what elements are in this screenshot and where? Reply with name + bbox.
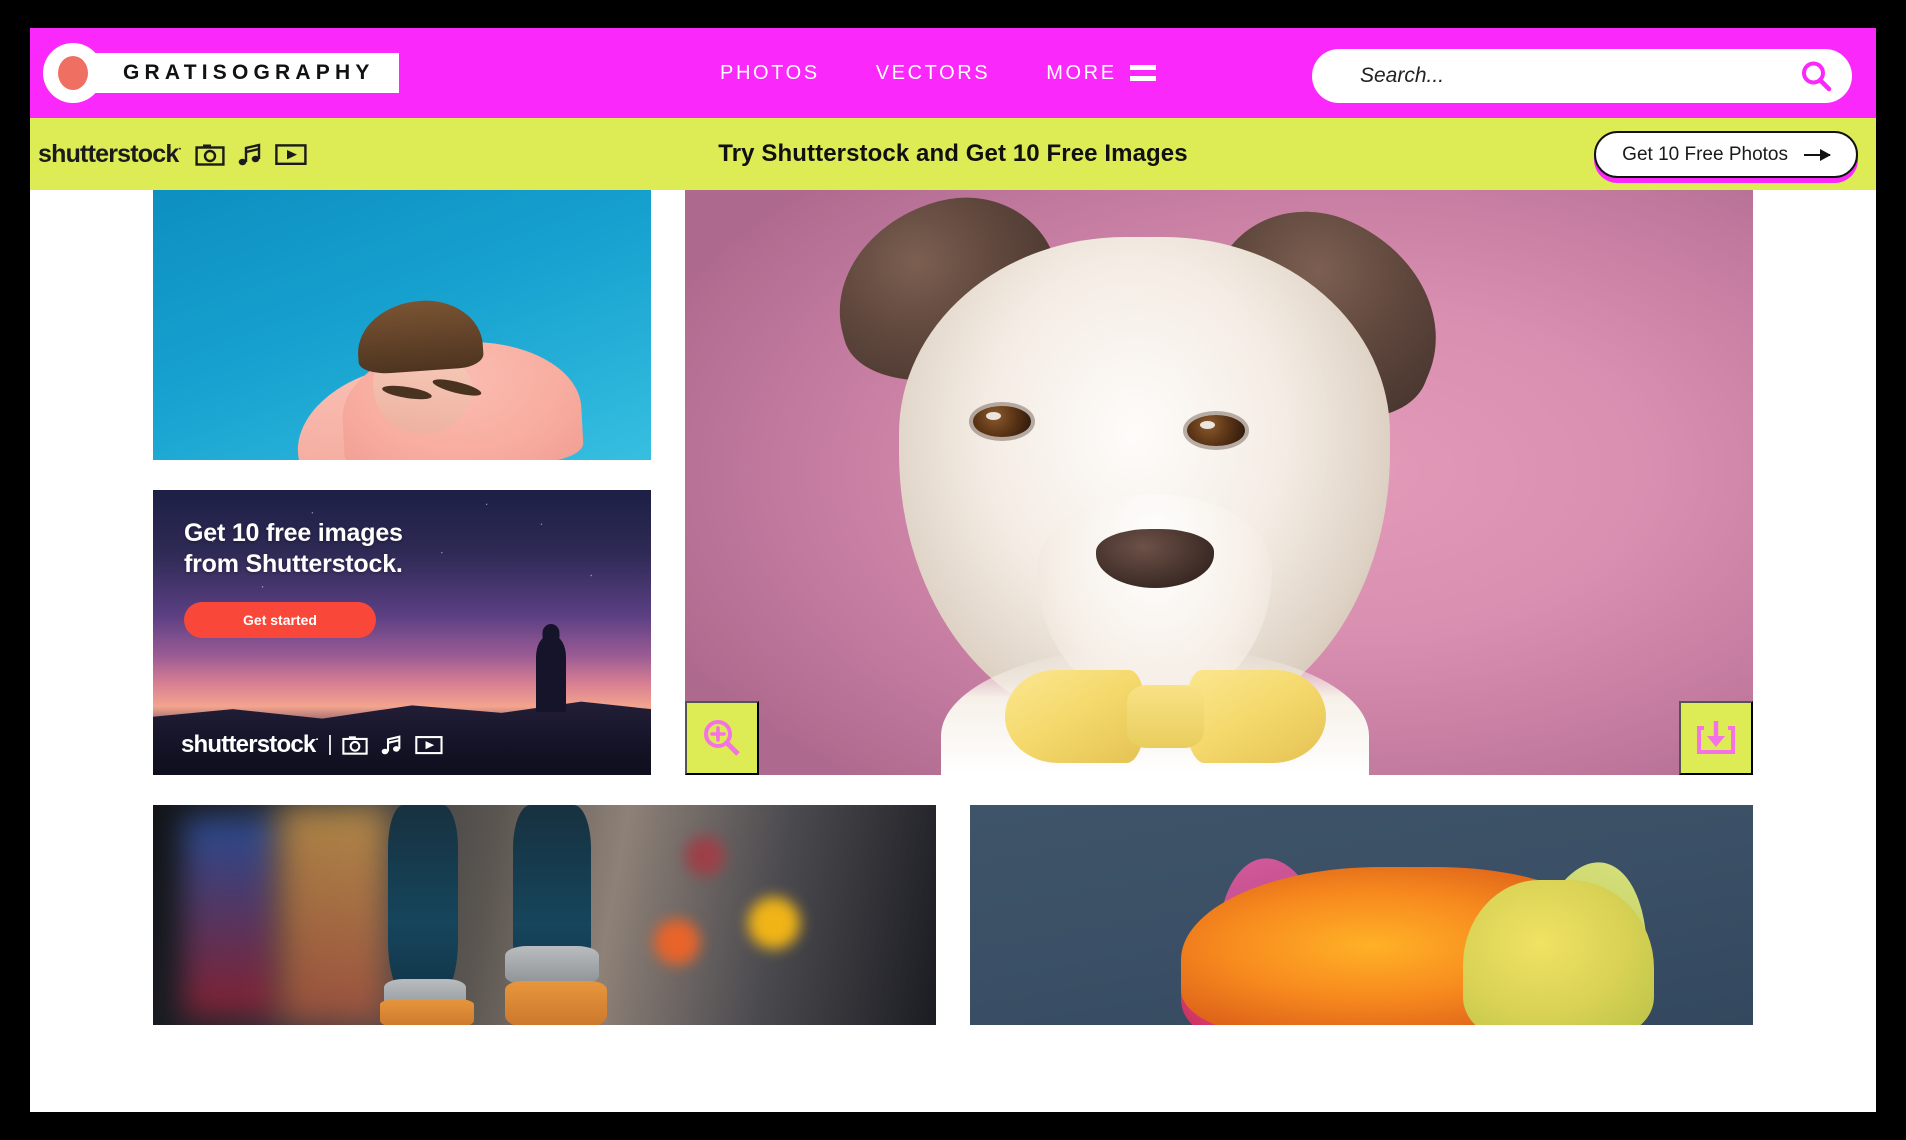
- nav-item-more[interactable]: MORE: [1046, 61, 1156, 85]
- divider: [329, 735, 332, 755]
- brand-name: GRATISOGRAPHY: [123, 61, 375, 84]
- camera-icon: [195, 144, 225, 166]
- logo-dot-icon: [58, 56, 88, 90]
- ad-title-line-1: Get 10 free images: [184, 519, 403, 547]
- bowtie-knot: [1127, 684, 1205, 749]
- gallery-row-top: Get 10 free images from Shutterstock. Ge…: [153, 190, 1753, 775]
- photo-shape-eye-left: [973, 406, 1032, 437]
- photo-shape-boot-left: [380, 998, 475, 1025]
- photo-tile-dog[interactable]: [685, 190, 1753, 775]
- promo-cta-label: Get 10 Free Photos: [1622, 143, 1788, 165]
- zoom-in-icon: [704, 720, 740, 756]
- nav-item-vectors[interactable]: VECTORS: [876, 62, 991, 85]
- shutterstock-promo-bar: shutterstock· Try Shutterstock and Get 1…: [30, 118, 1876, 190]
- camera-icon: [342, 736, 368, 755]
- photo-shape-blur-mid: [278, 805, 388, 1025]
- page-viewport: GRATISOGRAPHY PHOTOS VECTORS MORE Search…: [30, 28, 1876, 1112]
- search-bar[interactable]: [1312, 49, 1852, 103]
- bowtie-left: [1005, 669, 1147, 764]
- gallery-right-column: [685, 190, 1753, 775]
- photo-gallery: Get 10 free images from Shutterstock. Ge…: [30, 190, 1876, 1025]
- site-logo[interactable]: GRATISOGRAPHY: [43, 43, 399, 103]
- photo-tile-boots[interactable]: [153, 805, 936, 1025]
- photo-grid: Get 10 free images from Shutterstock. Ge…: [153, 190, 1753, 1025]
- nav-item-label: PHOTOS: [720, 61, 820, 84]
- photo-shape-bowtie: [1005, 669, 1326, 764]
- logo-bar: GRATISOGRAPHY: [89, 53, 399, 93]
- search-icon: [1802, 61, 1832, 92]
- gallery-left-column: Get 10 free images from Shutterstock. Ge…: [153, 190, 651, 775]
- shutterstock-wordmark: shutterstock·: [181, 731, 319, 758]
- arrow-right-icon: [1804, 148, 1831, 161]
- ad-tile-shutterstock[interactable]: Get 10 free images from Shutterstock. Ge…: [153, 490, 651, 775]
- photo-shape-knitted-hat: [1181, 866, 1654, 1025]
- ad-title: Get 10 free images from Shutterstock.: [184, 518, 403, 579]
- nav-item-label: MORE: [1046, 61, 1117, 84]
- ad-hiker-silhouette: [536, 636, 567, 713]
- ad-footer-brand: shutterstock·: [181, 731, 443, 759]
- ad-title-line-2: from Shutterstock.: [184, 549, 403, 578]
- ad-get-started-button[interactable]: Get started: [184, 602, 376, 638]
- promo-media-icons: [195, 142, 307, 166]
- main-nav: PHOTOS VECTORS MORE: [720, 28, 1156, 118]
- photo-shape-leg-left: [387, 805, 459, 999]
- ad-media-icons: [342, 735, 443, 755]
- site-header: GRATISOGRAPHY PHOTOS VECTORS MORE: [30, 28, 1876, 118]
- shutterstock-wordmark: shutterstock·: [38, 139, 182, 168]
- photo-shape-sock-right: [505, 945, 600, 986]
- promo-brand: shutterstock·: [38, 140, 307, 169]
- photo-shape-bokeh: [685, 835, 726, 876]
- music-note-icon: [239, 142, 261, 165]
- download-button[interactable]: [1679, 701, 1753, 775]
- photo-tile-cat[interactable]: [970, 805, 1753, 1025]
- photo-shape-boot-right: [505, 981, 608, 1025]
- browser-window: GRATISOGRAPHY PHOTOS VECTORS MORE Search…: [0, 0, 1906, 1140]
- video-play-icon: [275, 143, 307, 165]
- photo-shape-eye-right: [1186, 415, 1245, 446]
- logo-pill: GRATISOGRAPHY: [43, 43, 399, 103]
- nav-item-label: VECTORS: [875, 61, 991, 84]
- get-free-photos-button[interactable]: Get 10 Free Photos: [1594, 131, 1858, 178]
- search-input[interactable]: [1360, 64, 1796, 88]
- hamburger-icon: [1129, 65, 1156, 81]
- video-play-icon: [415, 736, 443, 755]
- logo-circle-icon: [43, 43, 103, 103]
- music-note-icon: [381, 735, 401, 755]
- zoom-preview-button[interactable]: [685, 701, 759, 775]
- search-button[interactable]: [1796, 56, 1836, 96]
- gallery-row-bottom: [153, 805, 1753, 1025]
- photo-shape-blur-left: [184, 818, 279, 1017]
- download-icon: [1697, 721, 1735, 754]
- nav-item-photos[interactable]: PHOTOS: [720, 62, 820, 85]
- photo-tile-man-blue[interactable]: [153, 190, 651, 460]
- bowtie-right: [1184, 669, 1326, 764]
